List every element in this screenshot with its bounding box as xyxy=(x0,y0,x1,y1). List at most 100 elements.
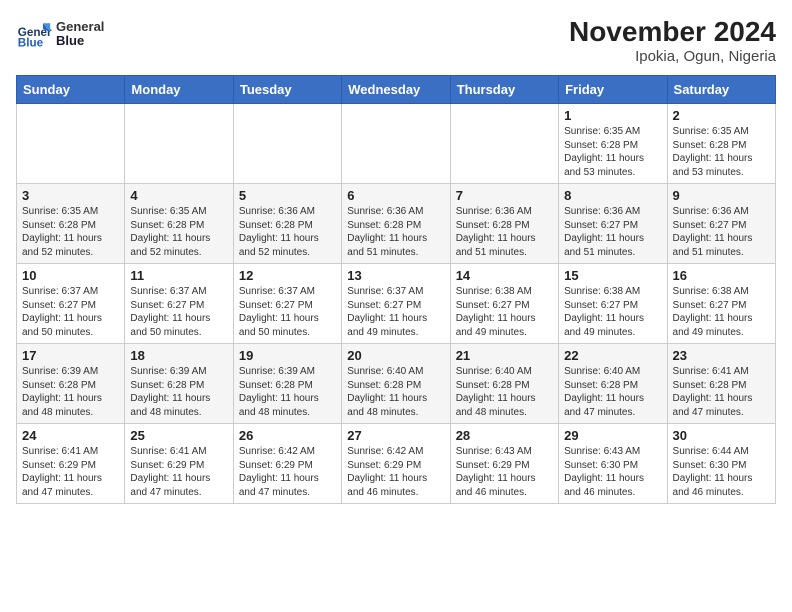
day-info: Sunrise: 6:41 AM Sunset: 6:28 PM Dayligh… xyxy=(673,365,770,419)
day-number: 25 xyxy=(130,428,227,443)
location: Ipokia, Ogun, Nigeria xyxy=(569,48,776,65)
calendar-cell xyxy=(17,104,125,184)
calendar-cell: 28Sunrise: 6:43 AM Sunset: 6:29 PM Dayli… xyxy=(450,424,558,504)
calendar-cell: 14Sunrise: 6:38 AM Sunset: 6:27 PM Dayli… xyxy=(450,264,558,344)
calendar-cell: 18 Sunrise: 6:39 AM Sunset: 6:28 PM Dayli… xyxy=(125,344,233,424)
logo-icon: General Blue xyxy=(16,16,52,52)
day-info: Sunrise: 6:39 AM Sunset: 6:28 PM Dayligh… xyxy=(239,365,336,419)
calendar-week-row: 3 Sunrise: 6:35 AM Sunset: 6:28 PM Daylig… xyxy=(17,184,776,264)
day-number: 15 xyxy=(564,268,661,283)
calendar-header-row: SundayMondayTuesdayWednesdayThursdayFrid… xyxy=(17,76,776,104)
calendar-cell xyxy=(342,104,450,184)
day-info: Sunrise: 6:43 AM Sunset: 6:30 PM Dayligh… xyxy=(564,445,661,499)
day-number: 19 xyxy=(239,348,336,363)
day-number: 2 xyxy=(673,108,770,123)
calendar-cell: 20 Sunrise: 6:40 AM Sunset: 6:28 PM Dayli… xyxy=(342,344,450,424)
day-info: Sunrise: 6:37 AM Sunset: 6:27 PM Dayligh… xyxy=(130,285,227,339)
logo: General Blue General Blue xyxy=(16,16,104,52)
day-info: Sunrise: 6:36 AM Sunset: 6:28 PM Dayligh… xyxy=(239,205,336,259)
day-info: Sunrise: 6:38 AM Sunset: 6:27 PM Dayligh… xyxy=(673,285,770,339)
day-number: 26 xyxy=(239,428,336,443)
day-number: 22 xyxy=(564,348,661,363)
calendar-week-row: 24 Sunrise: 6:41 AM Sunset: 6:29 PM Dayli… xyxy=(17,424,776,504)
calendar-cell xyxy=(233,104,341,184)
calendar-cell: 1Sunrise: 6:35 AM Sunset: 6:28 PM Daylig… xyxy=(559,104,667,184)
calendar-cell: 5 Sunrise: 6:36 AM Sunset: 6:28 PM Daylig… xyxy=(233,184,341,264)
calendar-cell: 11 Sunrise: 6:37 AM Sunset: 6:27 PM Dayli… xyxy=(125,264,233,344)
day-number: 6 xyxy=(347,188,444,203)
month-title: November 2024 xyxy=(569,16,776,48)
calendar-cell: 19 Sunrise: 6:39 AM Sunset: 6:28 PM Dayli… xyxy=(233,344,341,424)
day-info: Sunrise: 6:39 AM Sunset: 6:28 PM Dayligh… xyxy=(130,365,227,419)
day-number: 1 xyxy=(564,108,661,123)
calendar-cell: 23 Sunrise: 6:41 AM Sunset: 6:28 PM Dayli… xyxy=(667,344,775,424)
weekday-header: Sunday xyxy=(17,76,125,104)
calendar-cell: 8Sunrise: 6:36 AM Sunset: 6:27 PM Daylig… xyxy=(559,184,667,264)
calendar-cell: 29 Sunrise: 6:43 AM Sunset: 6:30 PM Dayli… xyxy=(559,424,667,504)
calendar-week-row: 10 Sunrise: 6:37 AM Sunset: 6:27 PM Dayli… xyxy=(17,264,776,344)
day-number: 9 xyxy=(673,188,770,203)
day-number: 10 xyxy=(22,268,119,283)
weekday-header: Saturday xyxy=(667,76,775,104)
weekday-header: Thursday xyxy=(450,76,558,104)
day-info: Sunrise: 6:35 AM Sunset: 6:28 PM Dayligh… xyxy=(22,205,119,259)
day-info: Sunrise: 6:41 AM Sunset: 6:29 PM Dayligh… xyxy=(22,445,119,499)
day-number: 24 xyxy=(22,428,119,443)
calendar-cell: 13 Sunrise: 6:37 AM Sunset: 6:27 PM Dayli… xyxy=(342,264,450,344)
day-info: Sunrise: 6:40 AM Sunset: 6:28 PM Dayligh… xyxy=(564,365,661,419)
day-number: 23 xyxy=(673,348,770,363)
day-number: 16 xyxy=(673,268,770,283)
day-number: 18 xyxy=(130,348,227,363)
calendar-cell xyxy=(450,104,558,184)
calendar-cell: 22 Sunrise: 6:40 AM Sunset: 6:28 PM Dayli… xyxy=(559,344,667,424)
day-info: Sunrise: 6:42 AM Sunset: 6:29 PM Dayligh… xyxy=(239,445,336,499)
day-number: 28 xyxy=(456,428,553,443)
day-number: 11 xyxy=(130,268,227,283)
day-number: 7 xyxy=(456,188,553,203)
calendar-cell: 12 Sunrise: 6:37 AM Sunset: 6:27 PM Dayli… xyxy=(233,264,341,344)
weekday-header: Tuesday xyxy=(233,76,341,104)
day-number: 29 xyxy=(564,428,661,443)
calendar-cell: 10 Sunrise: 6:37 AM Sunset: 6:27 PM Dayli… xyxy=(17,264,125,344)
day-number: 4 xyxy=(130,188,227,203)
day-number: 3 xyxy=(22,188,119,203)
calendar-cell xyxy=(125,104,233,184)
day-info: Sunrise: 6:37 AM Sunset: 6:27 PM Dayligh… xyxy=(239,285,336,339)
day-number: 12 xyxy=(239,268,336,283)
day-info: Sunrise: 6:35 AM Sunset: 6:28 PM Dayligh… xyxy=(673,125,770,179)
day-info: Sunrise: 6:38 AM Sunset: 6:27 PM Dayligh… xyxy=(564,285,661,339)
calendar-cell: 21Sunrise: 6:40 AM Sunset: 6:28 PM Dayli… xyxy=(450,344,558,424)
day-number: 21 xyxy=(456,348,553,363)
day-info: Sunrise: 6:36 AM Sunset: 6:28 PM Dayligh… xyxy=(456,205,553,259)
calendar-cell: 15 Sunrise: 6:38 AM Sunset: 6:27 PM Dayli… xyxy=(559,264,667,344)
day-number: 5 xyxy=(239,188,336,203)
day-number: 27 xyxy=(347,428,444,443)
day-number: 20 xyxy=(347,348,444,363)
calendar-cell: 30Sunrise: 6:44 AM Sunset: 6:30 PM Dayli… xyxy=(667,424,775,504)
calendar-cell: 9Sunrise: 6:36 AM Sunset: 6:27 PM Daylig… xyxy=(667,184,775,264)
calendar-cell: 25Sunrise: 6:41 AM Sunset: 6:29 PM Dayli… xyxy=(125,424,233,504)
day-info: Sunrise: 6:35 AM Sunset: 6:28 PM Dayligh… xyxy=(130,205,227,259)
calendar-cell: 17Sunrise: 6:39 AM Sunset: 6:28 PM Dayli… xyxy=(17,344,125,424)
calendar-cell: 7 Sunrise: 6:36 AM Sunset: 6:28 PM Daylig… xyxy=(450,184,558,264)
day-info: Sunrise: 6:40 AM Sunset: 6:28 PM Dayligh… xyxy=(347,365,444,419)
calendar-cell: 4 Sunrise: 6:35 AM Sunset: 6:28 PM Daylig… xyxy=(125,184,233,264)
calendar-cell: 6Sunrise: 6:36 AM Sunset: 6:28 PM Daylig… xyxy=(342,184,450,264)
calendar-cell: 27Sunrise: 6:42 AM Sunset: 6:29 PM Dayli… xyxy=(342,424,450,504)
weekday-header: Wednesday xyxy=(342,76,450,104)
svg-text:Blue: Blue xyxy=(18,37,44,50)
calendar-week-row: 17Sunrise: 6:39 AM Sunset: 6:28 PM Dayli… xyxy=(17,344,776,424)
day-number: 14 xyxy=(456,268,553,283)
calendar-cell: 2 Sunrise: 6:35 AM Sunset: 6:28 PM Daylig… xyxy=(667,104,775,184)
day-info: Sunrise: 6:37 AM Sunset: 6:27 PM Dayligh… xyxy=(347,285,444,339)
logo-text: General Blue xyxy=(56,20,104,49)
day-number: 8 xyxy=(564,188,661,203)
day-info: Sunrise: 6:37 AM Sunset: 6:27 PM Dayligh… xyxy=(22,285,119,339)
calendar: SundayMondayTuesdayWednesdayThursdayFrid… xyxy=(16,75,776,504)
calendar-cell: 26 Sunrise: 6:42 AM Sunset: 6:29 PM Dayli… xyxy=(233,424,341,504)
calendar-week-row: 1 Sunrise: 6:35 AM Sunset: 6:28 PM Daylig… xyxy=(17,104,776,184)
day-number: 13 xyxy=(347,268,444,283)
weekday-header: Friday xyxy=(559,76,667,104)
calendar-cell: 3 Sunrise: 6:35 AM Sunset: 6:28 PM Daylig… xyxy=(17,184,125,264)
logo-line2: Blue xyxy=(56,34,104,48)
